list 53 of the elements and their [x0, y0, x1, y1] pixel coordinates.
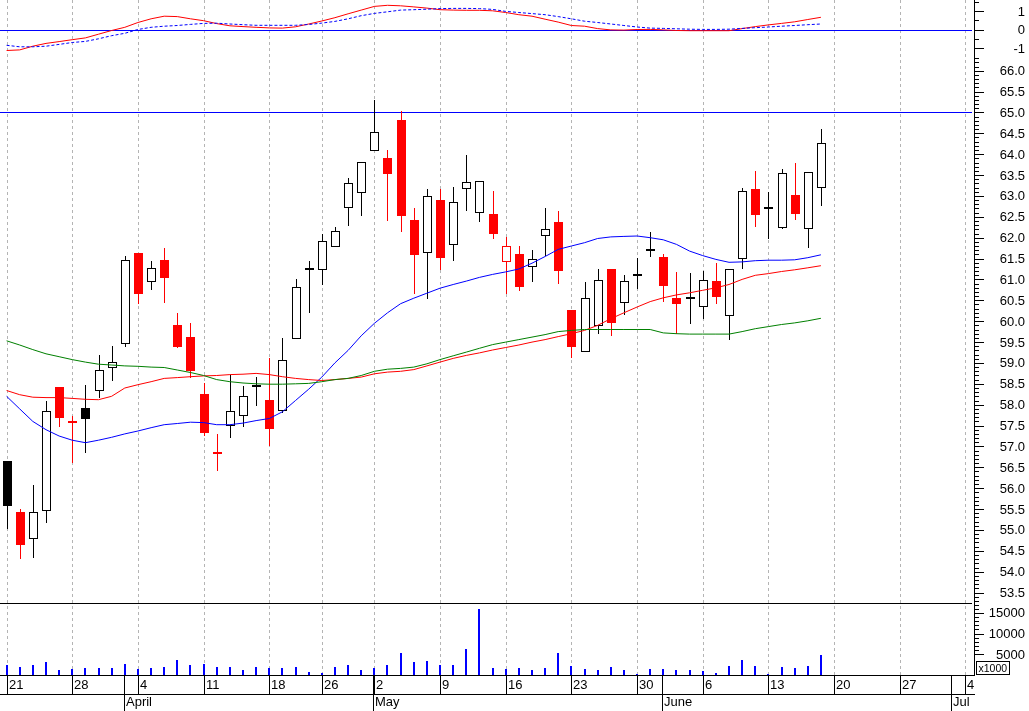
axis-label: 59.0 [999, 355, 1025, 371]
axis-label: 62.0 [999, 230, 1025, 246]
month-label: June [664, 694, 693, 709]
axis-label: 15000 [988, 605, 1025, 621]
date-label: 13 [770, 677, 785, 692]
axis-label: 64.5 [999, 125, 1025, 141]
axis-label: 64.0 [999, 146, 1025, 162]
axis-label: 61.5 [999, 251, 1025, 267]
axis-label: 62.5 [999, 209, 1025, 225]
date-label: 20 [836, 677, 851, 692]
axis-label: 58.5 [999, 376, 1025, 392]
axis-label: 53.5 [999, 585, 1025, 601]
date-label: 11 [206, 677, 220, 692]
axis-label: 10000 [988, 626, 1025, 642]
date-label: 27 [902, 677, 917, 692]
axis-label: 66.0 [999, 63, 1025, 79]
date-label: 4 [967, 677, 975, 692]
axis-label: -1 [1013, 40, 1025, 56]
axis-label: 55.5 [999, 501, 1025, 517]
month-label: May [375, 694, 400, 709]
axis-label: 1 [1017, 3, 1025, 19]
month-label: Jul [953, 694, 970, 709]
axis-label: 56.0 [999, 480, 1025, 496]
axis-label: 54.5 [999, 543, 1025, 559]
date-label: 4 [140, 677, 148, 692]
month-label: April [126, 694, 152, 709]
date-label: 18 [271, 677, 286, 692]
axis-label: 56.5 [999, 459, 1025, 475]
date-label: 30 [639, 677, 654, 692]
date-label: 28 [74, 677, 89, 692]
axis-label: 63.0 [999, 188, 1025, 204]
axis-label: 0 [1017, 22, 1025, 38]
unit-label: x1000 [976, 661, 1010, 675]
axis-label: 55.0 [999, 522, 1025, 538]
axis-label: 59.5 [999, 334, 1025, 350]
axis-label: 57.5 [999, 418, 1025, 434]
date-label: 16 [508, 677, 523, 692]
axis-label: 5000 [996, 646, 1025, 662]
axis-label: 61.0 [999, 271, 1025, 287]
axis-label: 58.0 [999, 397, 1025, 413]
date-label: 9 [442, 677, 450, 692]
date-label: 6 [705, 677, 713, 692]
date-label: 21 [9, 677, 24, 692]
axis-label: 65.0 [999, 104, 1025, 120]
date-label: 2 [376, 677, 384, 692]
date-label: 26 [324, 677, 339, 692]
axis-label: 65.5 [999, 84, 1025, 100]
axis-label: 54.0 [999, 564, 1025, 580]
axis-label: 60.0 [999, 313, 1025, 329]
axis-label: 63.5 [999, 167, 1025, 183]
axis-label: 60.5 [999, 292, 1025, 308]
axis-label: 57.0 [999, 438, 1025, 454]
date-label: 23 [573, 677, 588, 692]
